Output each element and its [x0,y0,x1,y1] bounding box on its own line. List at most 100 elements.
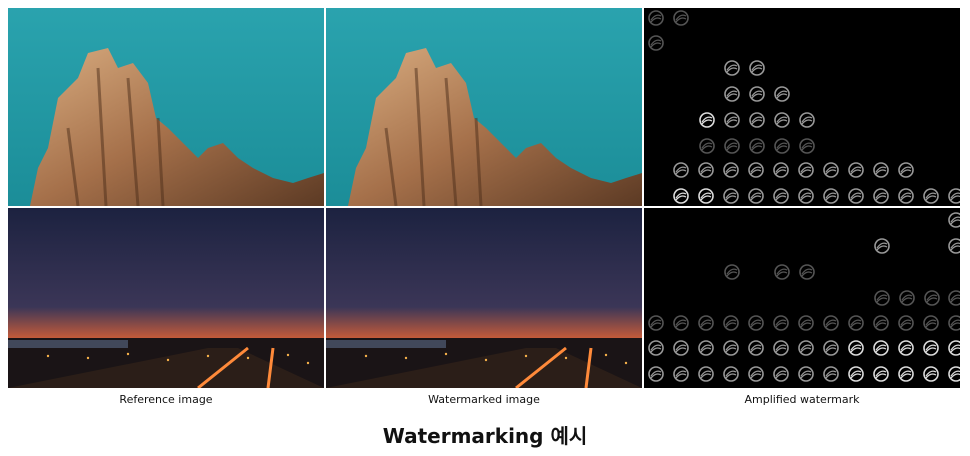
watermark-mark [848,162,864,178]
watermark-mark [874,238,890,254]
watermark-mark [648,35,664,51]
watermark-mark [899,290,915,306]
watermark-mark [773,366,789,382]
watermark-mark [873,162,889,178]
watermark-mark [774,86,790,102]
watermark-mark [948,188,960,204]
amplified-watermark-rock [644,8,960,206]
watermark-mark [673,188,689,204]
watermarked-rock-image [326,8,642,206]
watermark-mark [673,315,689,331]
watermark-mark [648,315,664,331]
watermark-mark [724,138,740,154]
watermark-mark [748,188,764,204]
watermark-mark [924,290,940,306]
watermark-mark [648,366,664,382]
figure-title: Watermarking 예시 [382,424,588,448]
watermark-mark [823,340,839,356]
watermark-mark [898,162,914,178]
watermark-mark [749,112,765,128]
watermark-mark [823,162,839,178]
watermark-mark [923,366,939,382]
watermark-mark [898,366,914,382]
amplified-watermark-city [644,208,960,388]
watermark-mark [948,290,960,306]
watermark-mark [923,188,939,204]
watermark-mark [848,366,864,382]
watermark-mark [673,340,689,356]
watermark-mark [723,188,739,204]
watermark-mark [823,366,839,382]
watermark-mark [723,340,739,356]
watermark-mark [774,264,790,280]
watermark-mark [724,86,740,102]
watermark-mark [724,112,740,128]
watermark-mark [873,315,889,331]
watermark-mark [948,238,960,254]
figure-grid: Reference image Watermarked image Amplif… [0,0,970,456]
watermark-mark [823,188,839,204]
watermark-mark [699,138,715,154]
reference-rock-image [8,8,324,206]
watermark-mark [673,366,689,382]
watermark-mark [723,162,739,178]
watermark-mark [723,315,739,331]
watermark-mark [923,340,939,356]
watermark-mark [724,264,740,280]
watermark-mark [873,188,889,204]
caption-watermarked: Watermarked image [428,393,540,406]
watermark-mark [848,340,864,356]
watermark-mark [898,315,914,331]
watermark-mark [749,86,765,102]
watermark-mark [748,162,764,178]
caption-reference: Reference image [119,393,213,406]
watermark-mark [698,340,714,356]
watermarked-city-image [326,208,642,388]
watermark-mark [773,315,789,331]
watermark-mark [898,340,914,356]
watermark-mark [749,138,765,154]
watermark-mark [873,366,889,382]
watermark-mark [799,112,815,128]
watermark-mark [948,340,960,356]
watermark-mark [773,340,789,356]
watermark-mark [948,366,960,382]
watermark-mark [648,340,664,356]
watermark-mark [749,60,765,76]
watermark-mark [948,315,960,331]
reference-city-image [8,208,324,388]
watermark-mark [748,340,764,356]
watermark-mark [648,10,664,26]
watermark-mark [948,212,960,228]
watermark-mark [698,315,714,331]
watermark-mark [798,366,814,382]
watermark-mark [673,162,689,178]
watermark-mark [798,315,814,331]
watermark-mark [773,188,789,204]
watermark-mark [799,264,815,280]
watermark-mark [874,290,890,306]
watermark-mark [923,315,939,331]
watermark-mark [873,340,889,356]
watermark-mark [698,188,714,204]
watermark-mark [724,60,740,76]
watermark-mark [748,315,764,331]
watermark-mark [823,315,839,331]
watermark-mark [698,366,714,382]
watermark-mark [798,340,814,356]
watermark-mark [848,188,864,204]
watermark-mark [698,162,714,178]
watermark-mark [673,10,689,26]
watermark-mark [799,138,815,154]
watermark-mark [773,162,789,178]
watermark-mark [798,188,814,204]
watermark-mark [723,366,739,382]
watermark-mark [848,315,864,331]
watermark-mark [798,162,814,178]
watermark-mark [748,366,764,382]
watermark-mark [898,188,914,204]
caption-amplified: Amplified watermark [744,393,860,406]
watermark-mark [699,112,715,128]
watermark-mark [774,138,790,154]
watermark-mark [774,112,790,128]
